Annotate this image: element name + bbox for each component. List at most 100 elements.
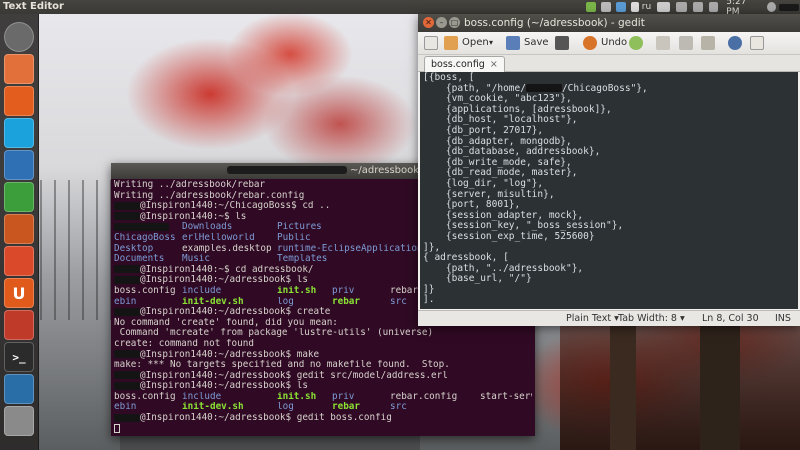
- redacted-username: [114, 265, 140, 274]
- battery-icon[interactable]: [692, 2, 704, 12]
- save-icon[interactable]: [506, 36, 520, 50]
- copy-icon[interactable]: [679, 36, 693, 50]
- terminal-line: @Inspiron1440:~/adressbook$ gedit src/mo…: [114, 371, 532, 382]
- ls-entry: priv: [332, 391, 355, 402]
- user-icon[interactable]: [766, 2, 776, 12]
- launcher-software-center-icon[interactable]: [4, 246, 34, 276]
- launcher-files-icon[interactable]: [4, 54, 34, 84]
- top-panel: Text Editor ru 5:27 PM ⚙: [0, 0, 800, 17]
- terminal-line: make: *** No targets specified and no ma…: [114, 360, 450, 371]
- dropbox-icon[interactable]: [615, 2, 626, 12]
- search-icon[interactable]: [728, 36, 742, 50]
- ls-entry: src: [390, 402, 407, 413]
- open-recent-chevron-icon[interactable]: ▾: [489, 38, 493, 47]
- tab-boss-config[interactable]: boss.config ×: [424, 56, 505, 72]
- terminal-line: Command 'mcreate' from package 'lustre-u…: [114, 328, 434, 339]
- new-document-icon[interactable]: [424, 36, 438, 50]
- volume-icon[interactable]: [709, 2, 719, 12]
- gedit-window[interactable]: ✕ – □ boss.config (~/adressbook) - gedit…: [418, 14, 800, 326]
- ls-entry: examples.desktop: [182, 243, 272, 254]
- gedit-titlebar[interactable]: ✕ – □ boss.config (~/adressbook) - gedit: [418, 14, 800, 32]
- mail-icon[interactable]: [657, 2, 670, 12]
- launcher-ubuntu-one-icon[interactable]: U: [4, 278, 34, 308]
- terminal-line: @Inspiron1440:~/adressbook$ gedit boss.c…: [114, 413, 532, 424]
- maximize-window-button[interactable]: □: [449, 17, 460, 28]
- terminal-command: @Inspiron1440:~/adressbook$ ls: [140, 275, 308, 286]
- ls-entry: ebin: [114, 402, 137, 413]
- redo-icon[interactable]: [629, 36, 643, 50]
- keyboard-icon[interactable]: [630, 2, 639, 12]
- open-folder-icon[interactable]: [444, 36, 458, 50]
- ls-entry: boss.config: [114, 285, 176, 296]
- redacted-username: [114, 350, 140, 358]
- redacted-username: [114, 275, 140, 284]
- keyboard-layout[interactable]: ru: [642, 2, 651, 12]
- ls-entry: Downloads: [182, 222, 233, 233]
- terminal-line: @Inspiron1440:~/adressbook$ make: [114, 350, 532, 361]
- terminal-command: @Inspiron1440:~/adressbook$ gedit boss.c…: [140, 413, 392, 424]
- print-icon[interactable]: [555, 36, 569, 50]
- launcher-firefox-icon[interactable]: [4, 86, 34, 116]
- redacted-entry: [114, 222, 169, 231]
- insert-mode: INS: [775, 313, 791, 324]
- cut-icon[interactable]: [656, 36, 670, 50]
- launcher-libreoffice-writer-icon[interactable]: [4, 150, 34, 180]
- wallpaper-trees: [560, 325, 800, 450]
- terminal-command: @Inspiron1440:~$ cd adressbook/: [140, 264, 314, 275]
- launcher-libreoffice-impress-icon[interactable]: [4, 214, 34, 244]
- redacted-username: [226, 166, 347, 174]
- search-replace-icon[interactable]: [750, 36, 764, 50]
- terminal-command: @Inspiron1440:~/adressbook$ create: [140, 307, 331, 318]
- terminal-title-text: ~/adressbook: [349, 165, 420, 176]
- terminal-command: @Inspiron1440:~/ChicagoBoss$ cd ..: [140, 201, 331, 212]
- launcher-dash-home-icon[interactable]: [4, 22, 34, 52]
- undo-icon[interactable]: [583, 36, 597, 50]
- paste-icon[interactable]: [701, 36, 715, 50]
- redacted-username: [114, 413, 140, 422]
- terminal-line: ebin init-dev.sh log rebar src: [114, 402, 532, 413]
- wallpaper-trunk: [610, 326, 636, 450]
- terminal-line: boss.config include init.sh priv rebar.confi…: [114, 392, 532, 403]
- ls-entry: runtime-EclipseApplication: [277, 243, 423, 254]
- launcher: U >_: [0, 14, 39, 450]
- ls-entry: init.sh: [277, 391, 317, 402]
- launcher-libreoffice-calc-icon[interactable]: [4, 182, 34, 212]
- tab-width-selector[interactable]: Tab Width: 8 ▾: [618, 313, 685, 324]
- terminal-command: @Inspiron1440:~/adressbook$ gedit src/mo…: [140, 370, 448, 381]
- close-window-button[interactable]: ✕: [423, 17, 434, 28]
- ls-entry: init.sh: [277, 285, 317, 296]
- ls-entry: rebar: [332, 402, 360, 413]
- ls-entry: Music: [182, 254, 210, 265]
- tray-indicators: ru 5:27 PM ⚙: [586, 0, 800, 17]
- ls-entry: Public: [277, 232, 311, 243]
- launcher-update-manager-icon[interactable]: [4, 374, 34, 404]
- ls-entry: priv: [332, 285, 355, 296]
- launcher-system-settings-icon[interactable]: [4, 310, 34, 340]
- terminal-line: create: command not found: [114, 338, 254, 349]
- wifi-icon[interactable]: [675, 2, 687, 12]
- close-tab-icon[interactable]: ×: [490, 59, 498, 70]
- undo-button[interactable]: Undo: [601, 37, 627, 48]
- redacted-username: [114, 381, 140, 390]
- gedit-title: boss.config (~/adressbook) - gedit: [464, 17, 645, 29]
- active-app-title: Text Editor: [3, 1, 64, 12]
- launcher-terminal-icon[interactable]: >_: [4, 342, 34, 372]
- ls-entry: rebar.config: [390, 391, 458, 402]
- minimize-window-button[interactable]: –: [436, 17, 447, 28]
- redacted-username: [114, 371, 140, 380]
- open-button[interactable]: Open: [462, 37, 489, 48]
- ls-entry: log: [277, 402, 294, 413]
- launcher-trash-icon[interactable]: [4, 406, 34, 436]
- save-button[interactable]: Save: [524, 37, 549, 48]
- text-editor-area[interactable]: [{boss, [ {path, "/home//ChicagoBoss"}, …: [420, 72, 798, 309]
- launcher-skype-icon[interactable]: [4, 118, 34, 148]
- wallpaper-trunk: [700, 326, 740, 450]
- messages-icon[interactable]: [600, 2, 611, 12]
- ls-entry: Documents: [114, 254, 165, 265]
- terminal-command: @Inspiron1440:~/adressbook$ make: [140, 349, 320, 360]
- ls-entry: [114, 222, 182, 233]
- language-selector[interactable]: Plain Text ▾: [566, 313, 619, 324]
- chat-icon[interactable]: [586, 2, 596, 12]
- language-label: Plain Text: [566, 313, 612, 324]
- redacted-username: [114, 212, 140, 221]
